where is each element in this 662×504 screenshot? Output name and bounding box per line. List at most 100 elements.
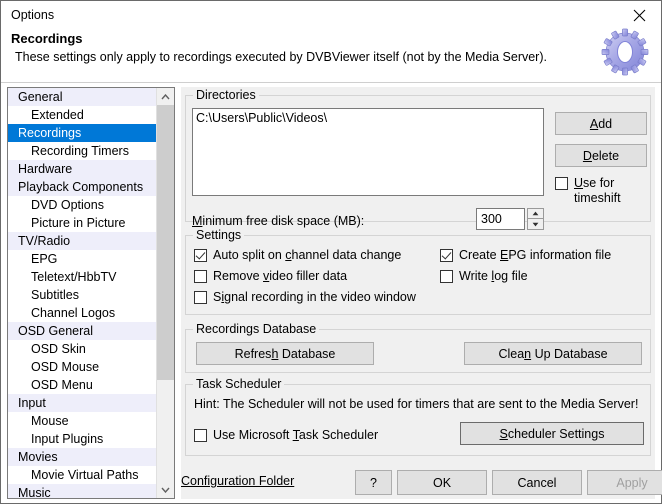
page-title: Recordings — [11, 31, 83, 46]
sidebar-item-label: General — [18, 90, 62, 104]
task-scheduler-group: Task Scheduler Hint: The Scheduler will … — [185, 384, 651, 456]
accel-char: T — [293, 428, 299, 442]
checkbox-box[interactable] — [194, 291, 207, 304]
checkbox-box[interactable] — [194, 249, 207, 262]
task-scheduler-hint: Hint: The Scheduler will not be used for… — [194, 397, 638, 411]
refresh-database-label: Refresh Database — [235, 347, 336, 361]
sidebar-item-teletext-hbbtv[interactable]: Teletext/HbbTV — [8, 268, 158, 286]
accel-char: n — [524, 347, 531, 361]
signal-recording-checkbox[interactable]: Signal recording in the video window — [194, 290, 416, 305]
sidebar-item-osd-mouse[interactable]: OSD Mouse — [8, 358, 158, 376]
sidebar-item-input-plugins[interactable]: Input Plugins — [8, 430, 158, 448]
spinner-up-icon[interactable] — [527, 208, 544, 219]
sidebar-item-hardware[interactable]: Hardware — [8, 160, 158, 178]
sidebar-item-tv-radio[interactable]: TV/Radio — [8, 232, 158, 250]
checkbox-box[interactable] — [194, 429, 207, 442]
sidebar-item-label: OSD Skin — [31, 342, 86, 356]
sidebar-item-input[interactable]: Input — [8, 394, 158, 412]
scheduler-settings-button[interactable]: Scheduler Settings — [460, 422, 644, 445]
sidebar-item-label: Input Plugins — [31, 432, 103, 446]
use-microsoft-task-scheduler-checkbox[interactable]: Use Microsoft Task Scheduler — [194, 428, 378, 443]
directories-group-label: Directories — [193, 88, 259, 102]
cancel-button[interactable]: Cancel — [492, 470, 582, 495]
settings-panel: Directories C:\Users\Public\Videos\ Add … — [181, 87, 655, 499]
write-log-file-checkbox[interactable]: Write log file — [440, 269, 528, 284]
recordings-database-group: Recordings Database Refresh Database Cle… — [185, 329, 651, 373]
sidebar-item-label: Recordings — [18, 126, 81, 140]
checkbox-box[interactable] — [194, 270, 207, 283]
create-epg-file-label: Create EPG information file — [459, 248, 611, 263]
sidebar-item-extended[interactable]: Extended — [8, 106, 158, 124]
sidebar-item-dvd-options[interactable]: DVD Options — [8, 196, 158, 214]
signal-recording-label: Signal recording in the video window — [213, 290, 416, 305]
list-item[interactable]: C:\Users\Public\Videos\ — [193, 109, 543, 127]
spinner-down-icon[interactable] — [527, 219, 544, 230]
min-free-disk-space-label: Minimum free disk space (MB): — [192, 214, 364, 228]
sidebar-item-label: Movies — [18, 450, 58, 464]
delete-button-rest: elete — [592, 149, 619, 163]
scheduler-settings-label: Scheduler Settings — [500, 427, 605, 441]
settings-tree[interactable]: General Extended Recordings Recording Timer… — [7, 87, 175, 499]
checkbox-box[interactable] — [555, 177, 568, 190]
tree-scrollbar[interactable] — [156, 88, 174, 498]
accel-char: c — [285, 248, 291, 262]
accel-char: M — [192, 214, 202, 228]
sidebar-item-osd-general[interactable]: OSD General — [8, 322, 158, 340]
checkbox-box[interactable] — [440, 270, 453, 283]
accel-char: i — [221, 290, 224, 304]
clean-up-database-button[interactable]: Clean Up Database — [464, 342, 642, 365]
checkbox-box[interactable] — [440, 249, 453, 262]
sidebar-item-recording-timers[interactable]: Recording Timers — [8, 142, 158, 160]
auto-split-checkbox[interactable]: Auto split on channel data change — [194, 248, 401, 263]
accel-char: D — [583, 149, 592, 163]
recordings-database-group-label: Recordings Database — [193, 322, 319, 336]
remove-video-filler-checkbox[interactable]: Remove video filler data — [194, 269, 347, 284]
use-for-timeshift-label: Use fortimeshift — [574, 176, 644, 206]
gear-icon — [599, 26, 651, 78]
scroll-up-button[interactable] — [157, 88, 174, 105]
clean-up-database-label: Clean Up Database — [498, 347, 607, 361]
accel-char: S — [500, 427, 508, 441]
sidebar-item-osd-skin[interactable]: OSD Skin — [8, 340, 158, 358]
sidebar-item-label: TV/Radio — [18, 234, 70, 248]
use-for-timeshift-checkbox[interactable]: Use fortimeshift — [555, 176, 644, 206]
ok-button[interactable]: OK — [397, 470, 487, 495]
help-button[interactable]: ? — [355, 470, 392, 495]
sidebar-item-picture-in-picture[interactable]: Picture in Picture — [8, 214, 158, 232]
sidebar-item-label: Channel Logos — [31, 306, 115, 320]
configuration-folder-link[interactable]: Configuration Folder — [181, 474, 294, 488]
sidebar-item-label: Recording Timers — [31, 144, 129, 158]
min-free-disk-space-rest: inimum free disk space (MB): — [202, 214, 364, 228]
directories-listbox[interactable]: C:\Users\Public\Videos\ — [192, 108, 544, 196]
dialog-footer: Configuration Folder ? OK Cancel Apply — [181, 465, 655, 503]
sidebar-item-movies[interactable]: Movies — [8, 448, 158, 466]
refresh-database-button[interactable]: Refresh Database — [196, 342, 374, 365]
sidebar-item-general[interactable]: General — [8, 88, 158, 106]
sidebar-item-playback-components[interactable]: Playback Components — [8, 178, 158, 196]
sidebar-item-label: EPG — [31, 252, 57, 266]
sidebar-item-label: Playback Components — [18, 180, 143, 194]
sidebar-item-label: Input — [18, 396, 46, 410]
add-button[interactable]: Add — [555, 112, 647, 135]
sidebar-item-channel-logos[interactable]: Channel Logos — [8, 304, 158, 322]
apply-button: Apply — [587, 470, 662, 495]
sidebar-item-music[interactable]: Music — [8, 484, 158, 499]
scrollbar-thumb[interactable] — [157, 105, 174, 380]
min-free-disk-space-stepper[interactable] — [527, 208, 544, 230]
sidebar-item-label: Hardware — [18, 162, 72, 176]
sidebar-item-subtitles[interactable]: Subtitles — [8, 286, 158, 304]
sidebar-item-recordings[interactable]: Recordings — [8, 124, 158, 142]
create-epg-file-checkbox[interactable]: Create EPG information file — [440, 248, 611, 263]
scroll-down-button[interactable] — [157, 481, 174, 498]
sidebar-item-mouse[interactable]: Mouse — [8, 412, 158, 430]
sidebar-item-osd-menu[interactable]: OSD Menu — [8, 376, 158, 394]
dialog-header: Recordings These settings only apply to … — [1, 30, 661, 83]
directories-group: Directories C:\Users\Public\Videos\ Add … — [185, 95, 651, 222]
sidebar-item-epg[interactable]: EPG — [8, 250, 158, 268]
delete-button[interactable]: Delete — [555, 144, 647, 167]
options-dialog: Options Recordings These settings only a… — [0, 0, 662, 504]
sidebar-item-movie-virtual-paths[interactable]: Movie Virtual Paths — [8, 466, 158, 484]
min-free-disk-space-input[interactable]: 300 — [476, 208, 525, 230]
auto-split-label: Auto split on channel data change — [213, 248, 401, 263]
window-title: Options — [11, 7, 54, 23]
